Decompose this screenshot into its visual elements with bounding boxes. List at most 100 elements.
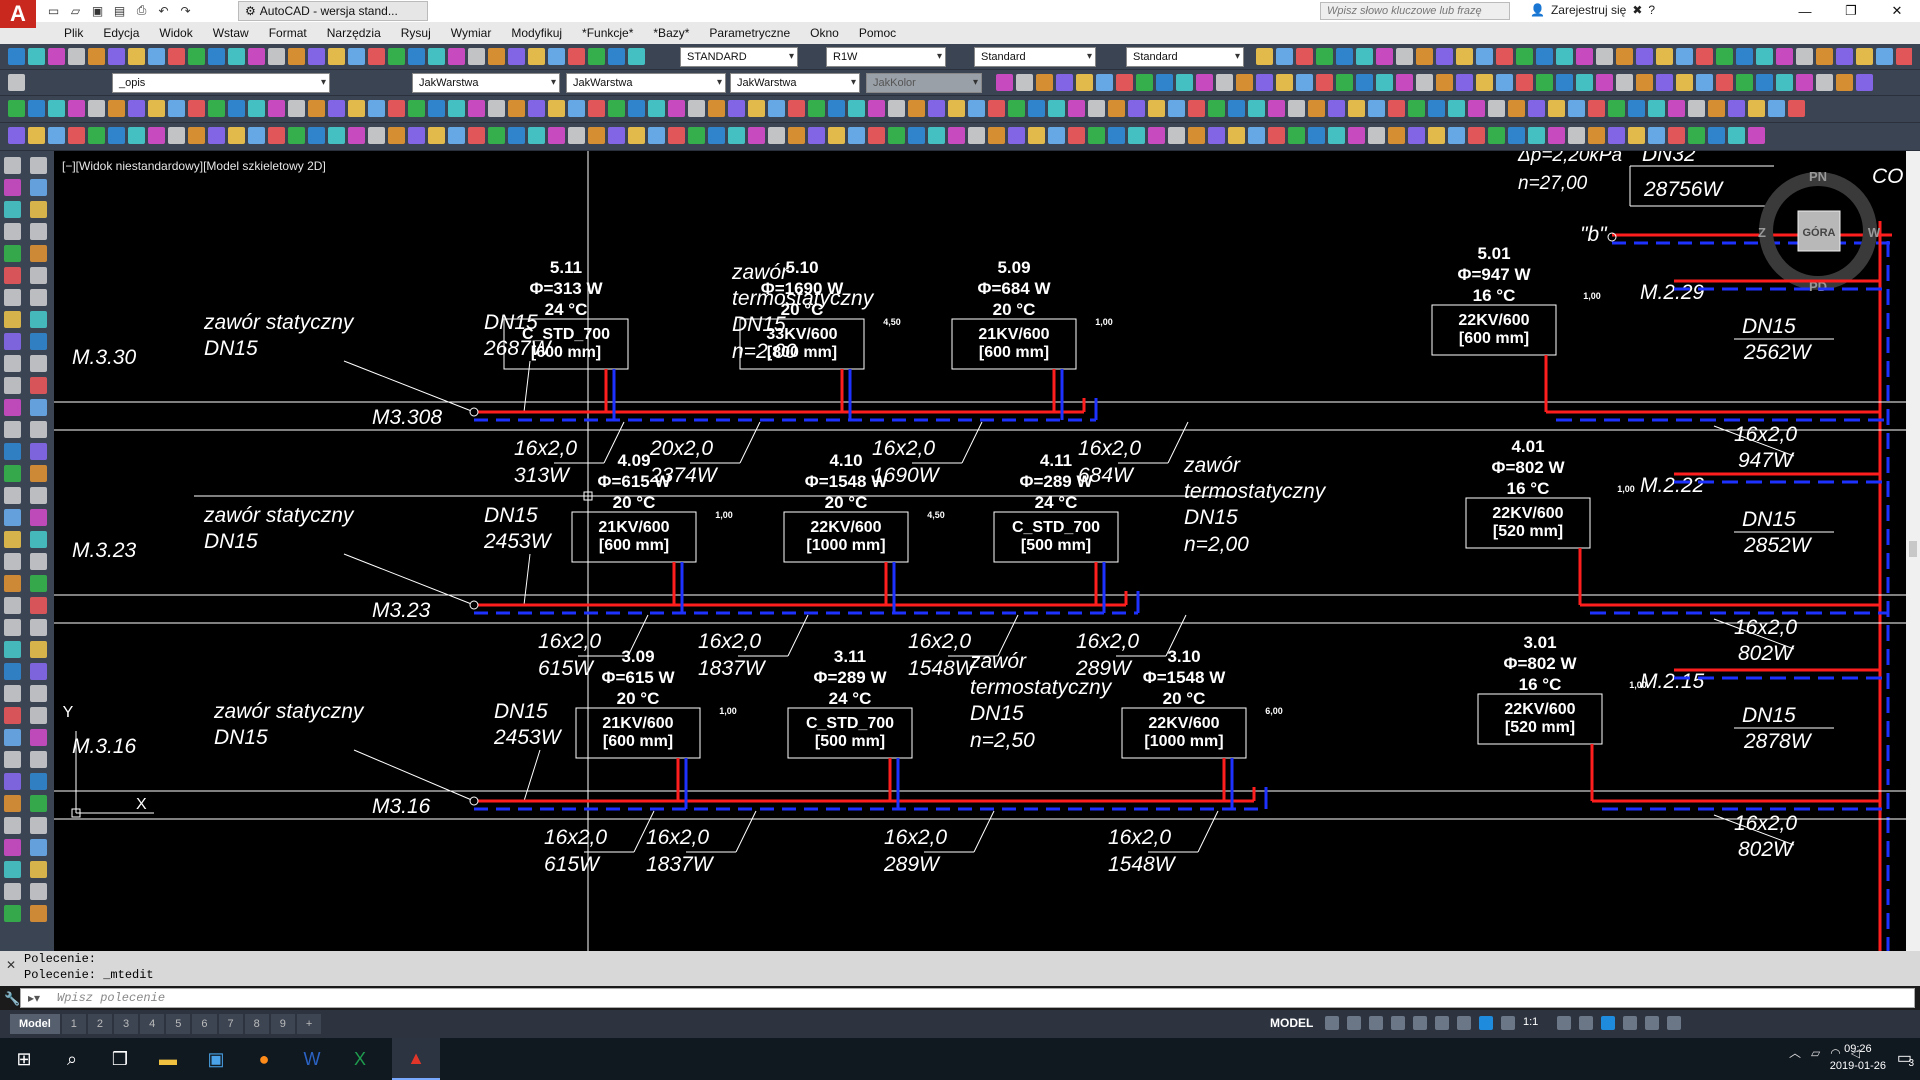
toolbar-tool-icon[interactable] xyxy=(1748,127,1765,144)
toolbar-tool-icon[interactable] xyxy=(1856,48,1873,65)
toolbar-tool-icon[interactable] xyxy=(368,100,385,117)
menu-parametryczne[interactable]: Parametryczne xyxy=(699,26,800,40)
toolbar-tool-icon[interactable] xyxy=(1336,74,1353,91)
toolbar-tool-icon[interactable] xyxy=(1836,74,1853,91)
toolbar-tool-icon[interactable] xyxy=(68,127,85,144)
palette-tool-icon[interactable] xyxy=(4,839,21,856)
toolbar-tool-icon[interactable] xyxy=(68,100,85,117)
toolbar-tool-icon[interactable] xyxy=(1596,74,1613,91)
toolbar-tool-icon[interactable] xyxy=(288,127,305,144)
palette-tool-icon[interactable] xyxy=(30,289,47,306)
redo-icon[interactable]: ↷ xyxy=(176,2,195,19)
tray-chevron-icon[interactable]: ︿ xyxy=(1789,1044,1801,1061)
command-close-icon[interactable]: ✕ xyxy=(6,958,16,972)
toolbar-tool-icon[interactable] xyxy=(808,100,825,117)
firefox-icon[interactable]: ● xyxy=(240,1038,288,1080)
toolbar-tool-icon[interactable] xyxy=(1648,127,1665,144)
palette-tool-icon[interactable] xyxy=(30,179,47,196)
toolbar-tool-icon[interactable] xyxy=(988,127,1005,144)
palette-tool-icon[interactable] xyxy=(30,861,47,878)
palette-tool-icon[interactable] xyxy=(4,487,21,504)
palette-tool-icon[interactable] xyxy=(30,795,47,812)
palette-tool-icon[interactable] xyxy=(30,597,47,614)
toolbar-tool-icon[interactable] xyxy=(1216,74,1233,91)
toolbar-tool-icon[interactable] xyxy=(1388,100,1405,117)
palette-tool-icon[interactable] xyxy=(30,157,47,174)
toolbar-tool-icon[interactable] xyxy=(1548,100,1565,117)
toolbar-tool-icon[interactable] xyxy=(88,127,105,144)
tab-layout-6[interactable]: 6 xyxy=(192,1014,217,1034)
toolbar-tool-icon[interactable] xyxy=(448,48,465,65)
otrack-icon[interactable] xyxy=(1435,1016,1449,1030)
palette-tool-icon[interactable] xyxy=(4,597,21,614)
toolbar-tool-icon[interactable] xyxy=(428,48,445,65)
toolbar-tool-icon[interactable] xyxy=(1488,127,1505,144)
toolbar-tool-icon[interactable] xyxy=(128,127,145,144)
autocad-taskbar-icon[interactable]: ▲ xyxy=(392,1038,440,1080)
snap-icon[interactable] xyxy=(1347,1016,1361,1030)
palette-tool-icon[interactable] xyxy=(4,751,21,768)
toolbar-tool-icon[interactable] xyxy=(1328,127,1345,144)
palette-tool-icon[interactable] xyxy=(4,179,21,196)
toolbar-tool-icon[interactable] xyxy=(1636,74,1653,91)
toolbar-tool-icon[interactable] xyxy=(828,127,845,144)
polar-icon[interactable] xyxy=(1391,1016,1405,1030)
toolbar-tool-icon[interactable] xyxy=(1268,100,1285,117)
toolbar-tool-icon[interactable] xyxy=(1528,100,1545,117)
toolbar-tool-icon[interactable] xyxy=(748,127,765,144)
toolbar-tool-icon[interactable] xyxy=(1596,48,1613,65)
toolbar-tool-icon[interactable] xyxy=(1056,74,1073,91)
palette-tool-icon[interactable] xyxy=(30,619,47,636)
palette-tool-icon[interactable] xyxy=(4,817,21,834)
toolbar-tool-icon[interactable] xyxy=(148,100,165,117)
palette-tool-icon[interactable] xyxy=(4,861,21,878)
toolbar-tool-icon[interactable] xyxy=(408,48,425,65)
toolbar-tool-icon[interactable] xyxy=(248,100,265,117)
toolbar-tool-icon[interactable] xyxy=(408,127,425,144)
toolbar-tool-icon[interactable] xyxy=(48,48,65,65)
toolbar-tool-icon[interactable] xyxy=(188,127,205,144)
plot-style-dropdown[interactable]: JakKolor xyxy=(866,73,982,93)
toolbar-tool-icon[interactable] xyxy=(188,100,205,117)
palette-tool-icon[interactable] xyxy=(30,465,47,482)
toolbar-tool-icon[interactable] xyxy=(1656,74,1673,91)
menu-widok[interactable]: Widok xyxy=(149,26,202,40)
toolbar-tool-icon[interactable] xyxy=(1128,100,1145,117)
toolbar-tool-icon[interactable] xyxy=(1688,127,1705,144)
toolbar-tool-icon[interactable] xyxy=(588,100,605,117)
toolbar-tool-icon[interactable] xyxy=(808,127,825,144)
menu-modyfikuj[interactable]: Modyfikuj xyxy=(501,26,572,40)
toolbar-tool-icon[interactable] xyxy=(1516,74,1533,91)
tab-layout-3[interactable]: 3 xyxy=(114,1014,139,1034)
drawing-canvas[interactable]: Δp=2,20kPa n=27,00 DN32 28756W "b" CO GÓRA PN PD… xyxy=(54,151,1906,951)
menu-plik[interactable]: Plik xyxy=(54,26,93,40)
toolbar-tool-icon[interactable] xyxy=(268,100,285,117)
toolbar-tool-icon[interactable] xyxy=(508,100,525,117)
toolbar-tool-icon[interactable] xyxy=(1836,48,1853,65)
toolbar-tool-icon[interactable] xyxy=(488,127,505,144)
toolbar-tool-icon[interactable] xyxy=(1248,127,1265,144)
toolbar-tool-icon[interactable] xyxy=(1148,127,1165,144)
toolbar-tool-icon[interactable] xyxy=(548,48,565,65)
toolbar-tool-icon[interactable] xyxy=(1336,48,1353,65)
menu-rysuj[interactable]: Rysuj xyxy=(391,26,441,40)
toolbar-tool-icon[interactable] xyxy=(1688,100,1705,117)
toolbar-tool-icon[interactable] xyxy=(1148,100,1165,117)
toolbar-tool-icon[interactable] xyxy=(148,48,165,65)
print-icon[interactable]: ⎙ xyxy=(132,2,151,19)
toolbar-tool-icon[interactable] xyxy=(1176,74,1193,91)
toolbar-tool-icon[interactable] xyxy=(1408,127,1425,144)
lineweight-dropdown[interactable]: JakWarstwa xyxy=(730,73,860,93)
model-space-button[interactable]: MODEL xyxy=(1270,1016,1313,1030)
toolbar-tool-icon[interactable] xyxy=(1108,100,1125,117)
grid-icon[interactable] xyxy=(1325,1016,1339,1030)
palette-tool-icon[interactable] xyxy=(30,355,47,372)
toolbar-tool-icon[interactable] xyxy=(628,100,645,117)
toolbar-tool-icon[interactable] xyxy=(1108,127,1125,144)
palette-tool-icon[interactable] xyxy=(4,443,21,460)
toolbar-tool-icon[interactable] xyxy=(1796,74,1813,91)
toolbar-tool-icon[interactable] xyxy=(268,48,285,65)
toolbar-tool-icon[interactable] xyxy=(568,48,585,65)
toolbar-tool-icon[interactable] xyxy=(1448,100,1465,117)
palette-tool-icon[interactable] xyxy=(30,663,47,680)
